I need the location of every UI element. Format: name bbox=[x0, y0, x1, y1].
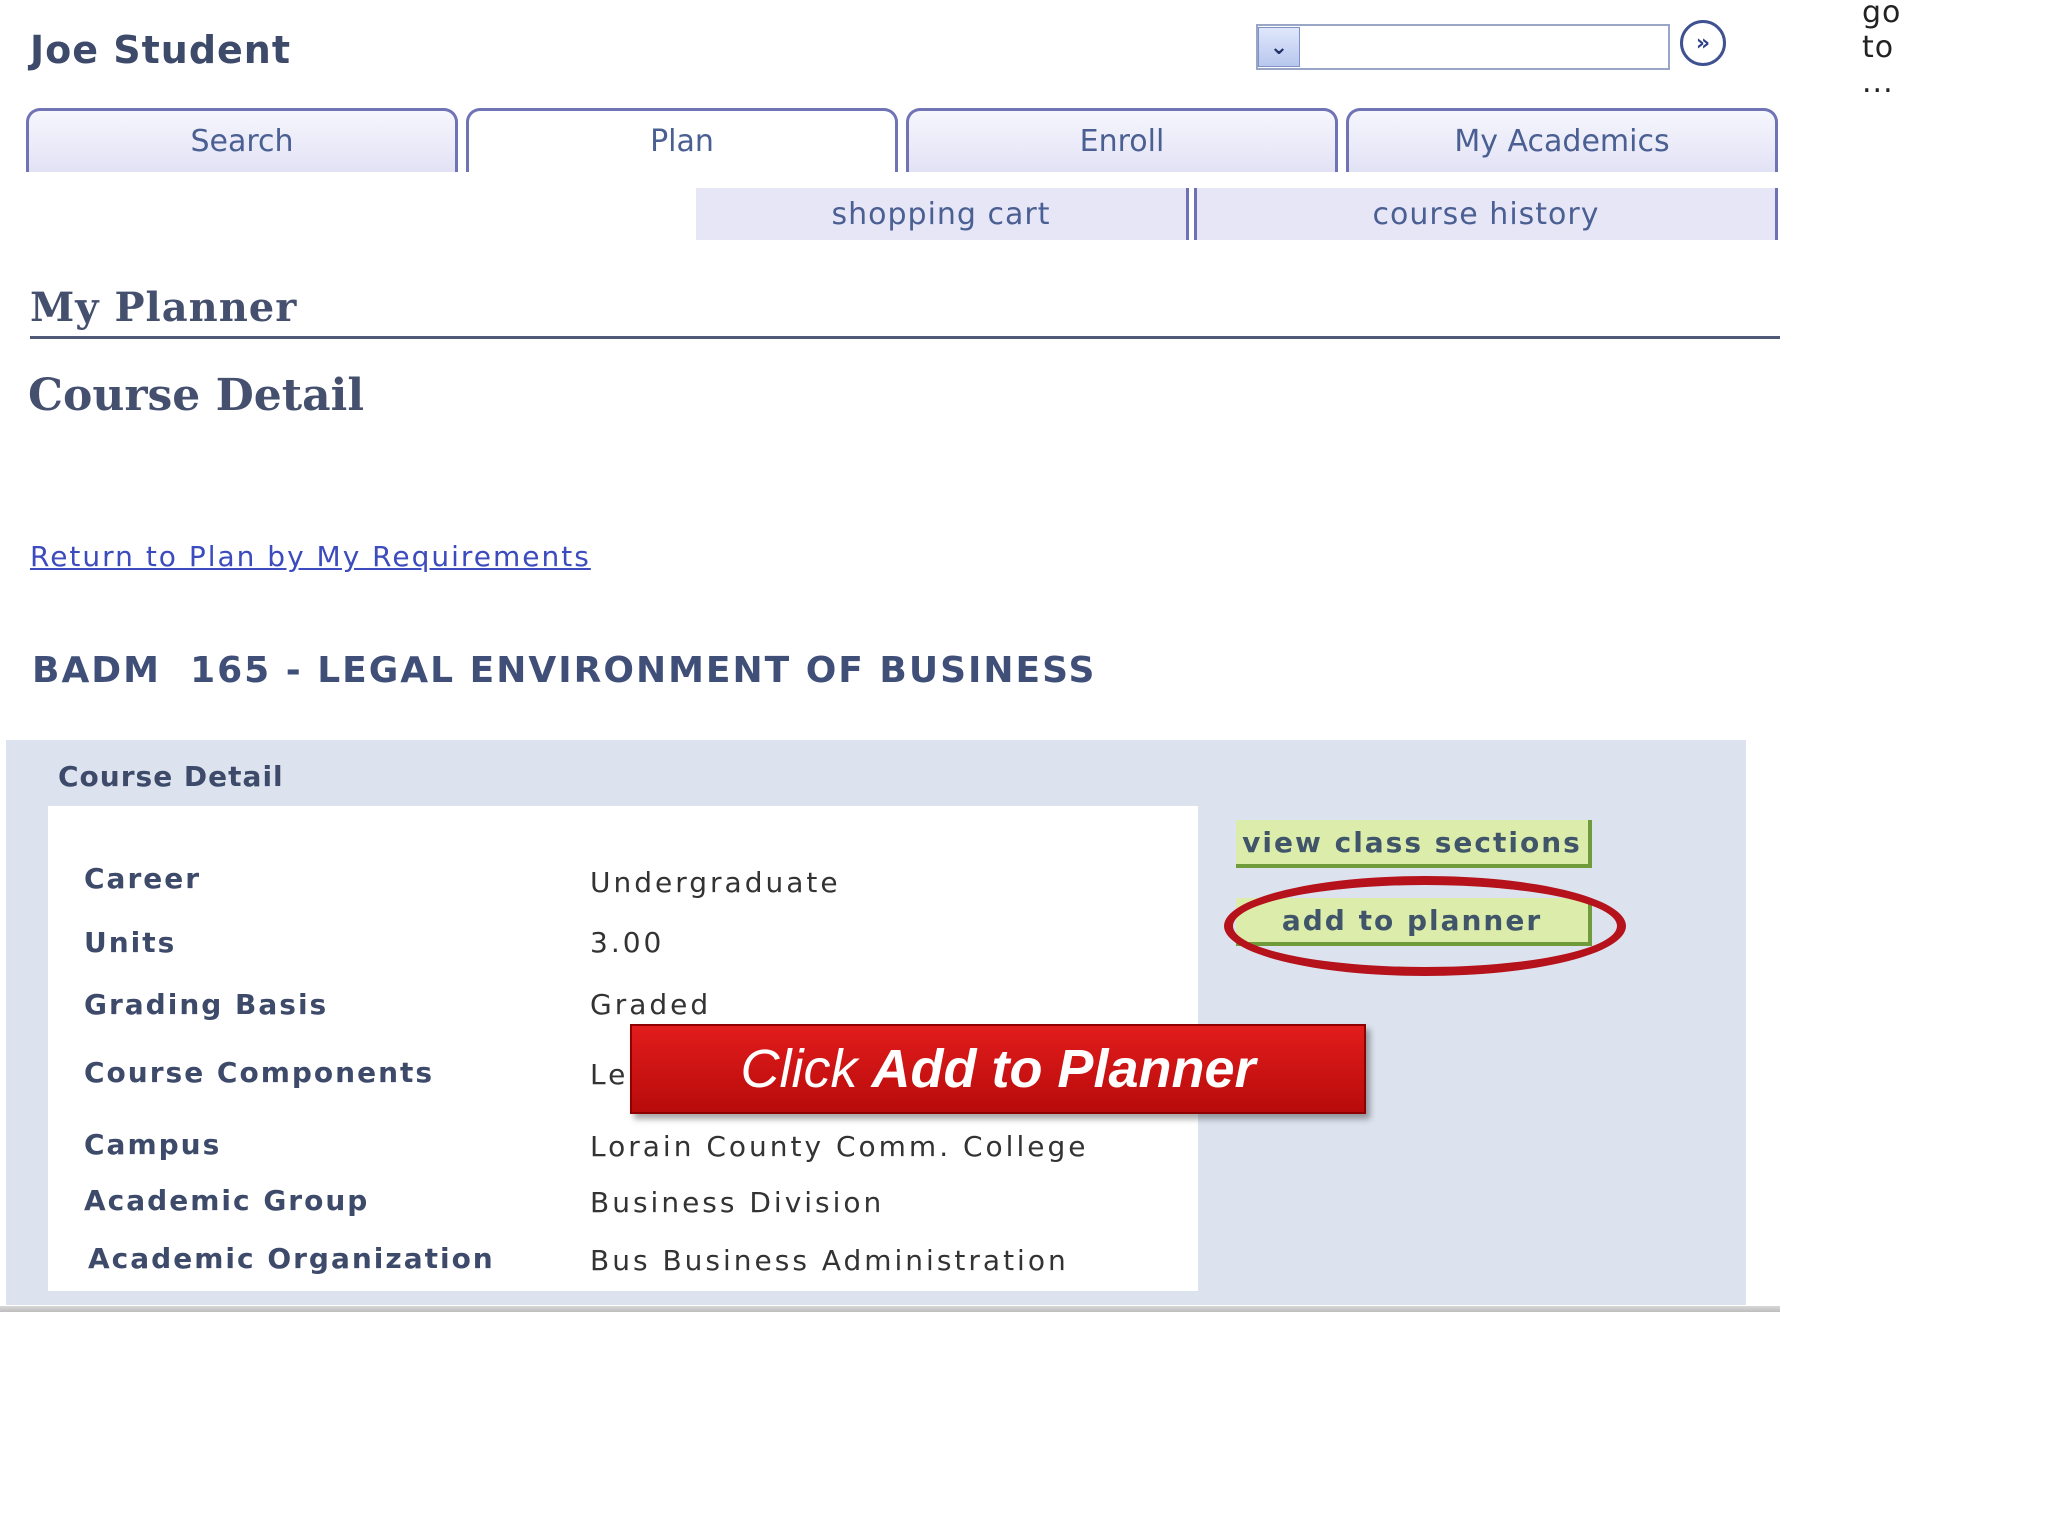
tab-label: Plan bbox=[650, 124, 714, 159]
subtab-label: course history bbox=[1372, 196, 1600, 232]
detail-value-career: Undergraduate bbox=[590, 866, 841, 899]
detail-label-grading-basis: Grading Basis bbox=[84, 988, 329, 1021]
detail-label-academic-group: Academic Group bbox=[84, 1184, 370, 1217]
tab-my-academics[interactable]: My Academics bbox=[1346, 108, 1778, 172]
goto-select[interactable]: go to ... ⌄ bbox=[1256, 0, 1900, 100]
subtab-shopping-cart[interactable]: shopping cart bbox=[696, 188, 1186, 240]
detail-label-units: Units bbox=[84, 926, 177, 959]
tab-label: My Academics bbox=[1454, 124, 1670, 159]
detail-label-academic-organization: Academic Organization bbox=[88, 1242, 495, 1275]
panel-label: Course Detail bbox=[58, 760, 284, 793]
goto-select-value: go to ... bbox=[1862, 0, 1902, 100]
detail-value-academic-organization: Bus Business Administration bbox=[590, 1244, 1069, 1277]
subtab-course-history[interactable]: course history bbox=[1197, 188, 1775, 240]
callout-emphasis: Add to Planner bbox=[871, 1039, 1256, 1099]
double-chevron-right-icon: » bbox=[1695, 30, 1711, 56]
subtab-divider bbox=[1775, 188, 1778, 240]
detail-value-grading-basis: Graded bbox=[590, 988, 712, 1021]
detail-value-units: 3.00 bbox=[590, 926, 665, 959]
view-class-sections-button[interactable]: view class sections bbox=[1236, 820, 1592, 868]
detail-value-course-components: Le bbox=[590, 1058, 629, 1091]
callout-prefix: Click bbox=[740, 1039, 858, 1099]
go-button[interactable]: » bbox=[1680, 20, 1726, 66]
page-title: Course Detail bbox=[28, 370, 365, 421]
highlight-circle bbox=[1224, 876, 1626, 976]
course-heading: BADM 165 - LEGAL ENVIRONMENT OF BUSINESS bbox=[32, 650, 1097, 691]
tab-enroll[interactable]: Enroll bbox=[906, 108, 1338, 172]
detail-label-course-components: Course Components bbox=[84, 1056, 435, 1089]
instruction-callout: Click Add to Planner bbox=[630, 1024, 1366, 1114]
tab-plan[interactable]: Plan bbox=[466, 108, 898, 172]
detail-label-campus: Campus bbox=[84, 1128, 222, 1161]
detail-value-academic-group: Business Division bbox=[590, 1186, 885, 1219]
page-bottom-divider bbox=[0, 1306, 1780, 1312]
chevron-down-icon[interactable]: ⌄ bbox=[1258, 27, 1300, 67]
detail-label-career: Career bbox=[84, 862, 202, 895]
detail-value-campus: Lorain County Comm. College bbox=[590, 1130, 1089, 1163]
subtab-label: shopping cart bbox=[831, 196, 1051, 232]
tab-search[interactable]: Search bbox=[26, 108, 458, 172]
section-title: My Planner bbox=[30, 284, 298, 331]
user-name: Joe Student bbox=[30, 28, 292, 72]
title-divider bbox=[30, 336, 1780, 339]
tab-label: Enroll bbox=[1079, 124, 1165, 159]
tab-label: Search bbox=[190, 124, 294, 159]
subtab-divider bbox=[1186, 188, 1189, 240]
return-to-plan-link[interactable]: Return to Plan by My Requirements bbox=[30, 540, 591, 573]
